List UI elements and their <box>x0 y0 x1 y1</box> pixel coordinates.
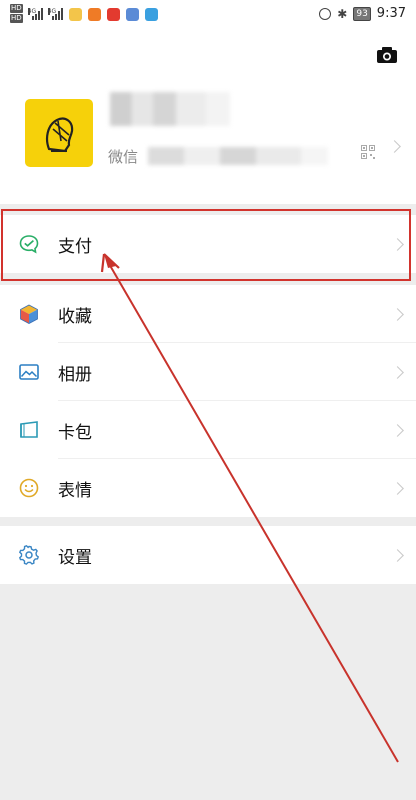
status-bar: HD HD 4G 4G ✱ 93 9:37 <box>0 0 416 34</box>
smiley-icon <box>19 478 39 498</box>
app-notification-icon <box>106 7 120 21</box>
bluetooth-icon: ✱ <box>337 6 348 21</box>
menu-item-label: 相册 <box>58 364 92 385</box>
menu-item-album[interactable]: 相册 <box>0 343 416 401</box>
app-notification-icon <box>87 7 101 21</box>
app-notification-icon <box>68 7 82 21</box>
main-menu-group: 收藏 相册 卡包 表情 <box>0 285 416 517</box>
favorites-icon <box>20 304 38 324</box>
signal-icon-2: 4G <box>47 8 63 20</box>
menu-item-label: 收藏 <box>58 306 92 327</box>
chevron-right-icon <box>391 423 404 437</box>
settings-group: 设置 <box>0 526 416 584</box>
chevron-right-icon <box>391 307 404 321</box>
chevron-right-icon <box>391 548 404 562</box>
menu-item-settings[interactable]: 设置 <box>0 526 416 584</box>
chevron-right-icon <box>388 140 401 153</box>
network-indicator: HD HD <box>10 4 23 24</box>
wechat-id-label: 微信 <box>108 148 139 166</box>
menu-item-stickers[interactable]: 表情 <box>0 459 416 517</box>
menu-item-label: 卡包 <box>58 422 92 443</box>
battery-level: 93 <box>353 6 371 21</box>
status-right: ✱ 93 9:37 <box>319 6 406 21</box>
signal-label-1: 4G <box>27 8 37 15</box>
app-notification-icon <box>125 7 139 21</box>
highlight-box <box>1 209 411 281</box>
camera-icon[interactable] <box>376 46 398 64</box>
qr-code-icon[interactable] <box>361 145 375 159</box>
wechat-id-blurred <box>148 147 328 165</box>
chevron-right-icon <box>391 365 404 379</box>
network-label-1: HD <box>10 4 23 13</box>
signal-icon: 4G <box>27 8 43 20</box>
card-wallet-icon <box>20 421 38 438</box>
network-label-2: HD <box>10 14 23 23</box>
signal-label-2: 4G <box>47 8 57 15</box>
menu-item-label: 设置 <box>58 547 92 568</box>
album-icon <box>19 364 39 380</box>
menu-item-favorites[interactable]: 收藏 <box>0 285 416 343</box>
gear-icon <box>18 544 40 565</box>
menu-item-label: 表情 <box>58 480 92 501</box>
clock: 9:37 <box>376 6 406 21</box>
avatar[interactable] <box>25 99 93 167</box>
chevron-right-icon <box>391 481 404 495</box>
profile-card[interactable]: 微信 <box>0 34 416 204</box>
nickname-blurred <box>110 92 230 126</box>
status-left: HD HD 4G 4G <box>10 4 158 24</box>
app-notification-icon <box>144 7 158 21</box>
menu-item-cards[interactable]: 卡包 <box>0 401 416 459</box>
alarm-icon <box>319 7 332 20</box>
avatar-image <box>46 117 74 153</box>
